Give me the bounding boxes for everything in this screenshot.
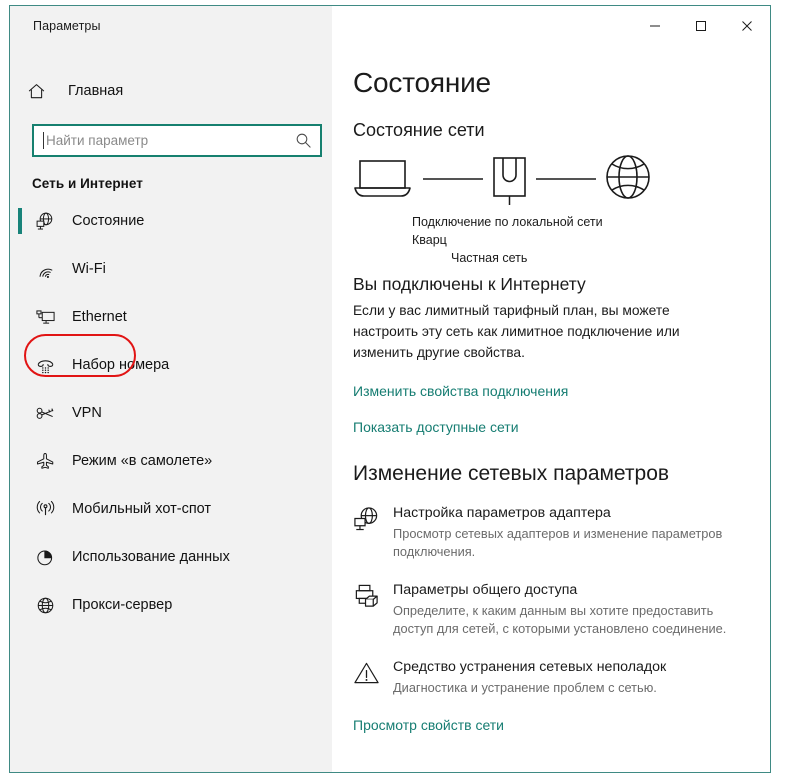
sidebar-nav-list: Состояние Wi-Fi Ethernet Набор номера VP… <box>10 197 332 629</box>
sidebar-item-ethernet[interactable]: Ethernet <box>10 293 332 341</box>
network-diagram: Подключение по локальной сети Кварц Част… <box>353 155 770 267</box>
sharing-options-row[interactable]: Параметры общего доступа Определите, к к… <box>353 581 770 638</box>
window-controls <box>332 6 770 46</box>
troubleshooter-row[interactable]: Средство устранения сетевых неполадок Ди… <box>353 658 770 697</box>
settings-row-description: Диагностика и устранение проблем с сетью… <box>393 680 657 695</box>
sidebar: Главная Сеть и Интернет <box>10 46 332 772</box>
sidebar-item-label: Состояние <box>72 213 145 229</box>
connected-description: Если у вас лимитный тарифный план, вы мо… <box>353 303 680 360</box>
sidebar-item-vpn[interactable]: VPN <box>10 389 332 437</box>
pie-chart-icon <box>32 547 58 568</box>
app-title: Параметры <box>33 19 101 33</box>
search-icon <box>296 133 311 148</box>
sidebar-group-title: Сеть и Интернет <box>32 176 143 191</box>
network-adapter-icon <box>493 157 526 205</box>
vpn-key-icon <box>32 403 58 424</box>
maximize-button[interactable] <box>678 6 724 46</box>
diagram-network-type: Частная сеть <box>451 251 528 265</box>
adapter-settings-icon <box>353 504 393 533</box>
home-icon <box>27 82 57 101</box>
sharing-options-text: Параметры общего доступа Определите, к к… <box>393 581 770 638</box>
wifi-icon <box>32 259 58 280</box>
settings-window: Параметры Главная Найти параметр Сеть и … <box>9 5 771 773</box>
change-connection-properties-link[interactable]: Изменить свойства подключения <box>353 383 568 399</box>
sidebar-item-label: Мобильный хот-спот <box>72 501 212 517</box>
globe-icon <box>32 595 58 616</box>
settings-row-title: Настройка параметров адаптера <box>393 505 611 521</box>
sidebar-item-proxy[interactable]: Прокси-сервер <box>10 581 332 629</box>
settings-row-description: Определите, к каким данным вы хотите пре… <box>393 603 727 636</box>
search-input[interactable] <box>34 126 286 155</box>
connected-heading: Вы подключены к Интернету <box>353 274 586 294</box>
sidebar-item-label: Ethernet <box>72 309 127 325</box>
minimize-button[interactable] <box>632 6 678 46</box>
sidebar-item-data-usage[interactable]: Использование данных <box>10 533 332 581</box>
settings-row-description: Просмотр сетевых адаптеров и изменение п… <box>393 526 723 559</box>
diagram-connection-label: Подключение по локальной сети <box>412 215 603 229</box>
settings-row-title: Средство устранения сетевых неполадок <box>393 659 667 675</box>
adapter-settings-row[interactable]: Настройка параметров адаптера Просмотр с… <box>353 504 770 561</box>
airplane-icon <box>32 451 58 472</box>
sharing-options-icon <box>353 581 393 610</box>
sidebar-item-status[interactable]: Состояние <box>10 197 332 245</box>
sidebar-item-label: VPN <box>72 405 102 421</box>
ethernet-icon <box>32 307 58 328</box>
globe-icon <box>606 155 650 199</box>
sidebar-item-airplane-mode[interactable]: Режим «в самолете» <box>10 437 332 485</box>
sidebar-item-wifi[interactable]: Wi-Fi <box>10 245 332 293</box>
sidebar-home-label: Главная <box>68 83 124 99</box>
settings-row-title: Параметры общего доступа <box>393 582 578 598</box>
window-body: Главная Сеть и Интернет <box>10 46 770 772</box>
hotspot-icon <box>32 499 58 520</box>
sidebar-item-home[interactable]: Главная <box>10 71 332 111</box>
text-caret <box>43 132 44 149</box>
network-settings-rows: Настройка параметров адаптера Просмотр с… <box>353 504 770 697</box>
title-bar: Параметры <box>10 6 770 46</box>
sidebar-item-label: Использование данных <box>72 549 230 565</box>
diagram-network-name: Кварц <box>412 233 447 247</box>
sidebar-item-dialup[interactable]: Набор номера <box>10 341 332 389</box>
sidebar-item-label: Wi-Fi <box>72 261 106 277</box>
sidebar-item-label: Прокси-сервер <box>72 597 173 613</box>
sidebar-item-label: Режим «в самолете» <box>72 453 213 469</box>
maximize-icon <box>696 21 706 31</box>
close-icon <box>742 21 752 31</box>
minimize-icon <box>650 25 660 27</box>
search-button[interactable] <box>286 126 320 155</box>
sidebar-item-mobile-hotspot[interactable]: Мобильный хот-спот <box>10 485 332 533</box>
search-box[interactable] <box>32 124 322 157</box>
network-status-icon <box>32 211 58 232</box>
main-content: Состояние Состояние сети Подключение по … <box>332 46 770 772</box>
laptop-icon <box>354 160 411 197</box>
page-title: Состояние <box>353 67 491 98</box>
show-available-networks-link[interactable]: Показать доступные сети <box>353 419 519 435</box>
dialup-phone-icon <box>32 355 58 376</box>
troubleshoot-warning-icon <box>353 658 393 687</box>
sidebar-item-label: Набор номера <box>72 357 170 373</box>
troubleshooter-text: Средство устранения сетевых неполадок Ди… <box>393 658 770 697</box>
title-bar-left: Параметры <box>10 6 332 46</box>
network-status-subtitle: Состояние сети <box>353 120 485 140</box>
network-diagram-graphic <box>354 155 650 205</box>
change-network-settings-title: Изменение сетевых параметров <box>353 462 670 485</box>
close-button[interactable] <box>724 6 770 46</box>
adapter-settings-text: Настройка параметров адаптера Просмотр с… <box>393 504 770 561</box>
view-network-properties-link[interactable]: Просмотр свойств сети <box>353 717 504 733</box>
